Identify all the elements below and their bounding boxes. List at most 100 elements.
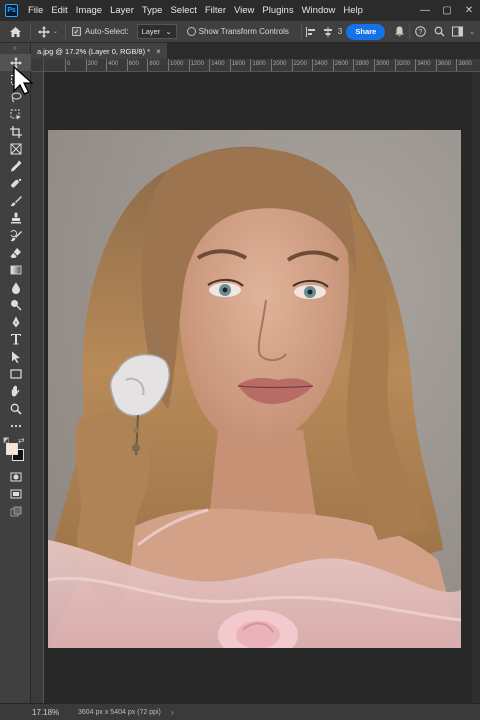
menu-edit[interactable]: Edit bbox=[47, 5, 71, 16]
menu-select[interactable]: Select bbox=[166, 5, 200, 16]
rectangle-tool-icon[interactable] bbox=[0, 365, 31, 382]
document-tab[interactable]: a.jpg @ 17.2% (Layer 0, RGB/8) * × bbox=[31, 43, 167, 59]
menu-filter[interactable]: Filter bbox=[201, 5, 230, 16]
pen-tool-icon[interactable] bbox=[0, 313, 31, 330]
eraser-tool-icon[interactable] bbox=[0, 244, 31, 261]
frame-tool-icon[interactable] bbox=[0, 140, 31, 157]
document-tab-title: a.jpg @ 17.2% (Layer 0, RGB/8) * bbox=[37, 46, 151, 56]
transform-controls-label: Show Transform Controls bbox=[198, 27, 289, 36]
svg-text:?: ? bbox=[418, 29, 422, 36]
menu-file[interactable]: File bbox=[24, 5, 47, 16]
more-tools-icon[interactable] bbox=[0, 417, 31, 434]
horizontal-ruler[interactable]: 0 200 400 600 800 1000 1200 1400 1600 1800 2000 220… bbox=[31, 59, 480, 72]
photoshop-window: Ps File Edit Image Layer Type Select Fil… bbox=[0, 0, 480, 720]
ruler-tick-label: 200 bbox=[85, 59, 98, 71]
portrait-photo bbox=[48, 130, 461, 648]
menu-view[interactable]: View bbox=[230, 5, 258, 16]
brush-tool-icon[interactable] bbox=[0, 192, 31, 209]
restore-button[interactable]: ▢ bbox=[436, 0, 458, 20]
share-button[interactable]: Share bbox=[346, 23, 386, 40]
hand-tool-icon[interactable] bbox=[0, 383, 31, 400]
blur-tool-icon[interactable] bbox=[0, 279, 31, 296]
menu-help[interactable]: Help bbox=[339, 5, 367, 16]
transform-controls-checkbox[interactable] bbox=[186, 27, 196, 36]
mouse-cursor-icon bbox=[13, 66, 34, 95]
ruler-tick-label: 1000 bbox=[167, 59, 184, 71]
spot-healing-tool-icon[interactable] bbox=[0, 175, 31, 192]
foreground-color-swatch[interactable] bbox=[6, 442, 18, 455]
document-tab-bar: a.jpg @ 17.2% (Layer 0, RGB/8) * × bbox=[31, 43, 480, 59]
crop-tool-icon[interactable] bbox=[0, 123, 31, 140]
help-icon[interactable]: ? bbox=[410, 26, 430, 37]
ruler-tick-label: 2800 bbox=[353, 59, 369, 71]
auto-select-value: Layer bbox=[141, 27, 161, 36]
ruler-tick-label: 3200 bbox=[394, 59, 410, 71]
ruler-tick-label: 2000 bbox=[270, 59, 287, 71]
auto-select-checkbox[interactable]: ✓ bbox=[72, 27, 81, 36]
distribute-count: 3 bbox=[337, 27, 343, 36]
ruler-tick-label: 400 bbox=[106, 59, 119, 71]
ruler-tick-label: 3800 bbox=[456, 59, 472, 71]
tools-panel: » ◩ ⇄ bbox=[0, 43, 31, 720]
chevron-down-icon[interactable]: ⌄ bbox=[466, 28, 478, 36]
ruler-tick-label: 2600 bbox=[332, 59, 349, 71]
photoshop-logo: Ps bbox=[5, 3, 18, 17]
home-icon[interactable] bbox=[0, 26, 30, 38]
menu-window[interactable]: Window bbox=[298, 5, 340, 16]
zoom-tool-icon[interactable] bbox=[0, 400, 31, 417]
color-swatches: ◩ ⇄ bbox=[0, 435, 31, 469]
ruler-tick-label: 800 bbox=[147, 59, 160, 71]
ruler-tick-label: 600 bbox=[126, 59, 139, 71]
menu-type[interactable]: Type bbox=[138, 5, 167, 16]
auto-select-label: Auto-Select: bbox=[85, 27, 129, 36]
type-tool-icon[interactable] bbox=[0, 331, 31, 348]
quick-mask-icon[interactable] bbox=[0, 469, 31, 486]
eyedropper-tool-icon[interactable] bbox=[0, 158, 31, 175]
swap-colors-icon[interactable]: ⇄ bbox=[18, 436, 25, 445]
vertical-scrollbar[interactable] bbox=[472, 72, 480, 703]
ruler-tick-label: 3600 bbox=[435, 59, 452, 71]
document-dimensions: 3604 px x 5404 px (72 ppi) bbox=[78, 708, 161, 716]
divider bbox=[65, 24, 66, 39]
close-icon[interactable]: × bbox=[156, 47, 161, 56]
clone-stamp-tool-icon[interactable] bbox=[0, 210, 31, 227]
ruler-tick-label: 1600 bbox=[229, 59, 246, 71]
object-selection-tool-icon[interactable] bbox=[0, 106, 31, 123]
window-controls: — ▢ ✕ bbox=[414, 0, 480, 20]
transform-controls-option[interactable]: Show Transform Controls bbox=[186, 27, 289, 36]
collapse-icon[interactable]: » bbox=[0, 43, 30, 54]
ruler-tick-label: 0 bbox=[64, 59, 71, 71]
chevron-right-icon[interactable]: › bbox=[171, 708, 174, 717]
workspace-icon[interactable] bbox=[448, 26, 466, 37]
ruler-tick-label: 3400 bbox=[415, 59, 431, 71]
bell-icon[interactable] bbox=[389, 26, 409, 37]
minimize-button[interactable]: — bbox=[414, 0, 436, 20]
ruler-tick-label: 1400 bbox=[209, 59, 225, 71]
history-brush-tool-icon[interactable] bbox=[0, 227, 31, 244]
path-selection-tool-icon[interactable] bbox=[0, 348, 31, 365]
auto-select-dropdown[interactable]: Layer ⌄ bbox=[136, 24, 177, 39]
menu-bar: Ps File Edit Image Layer Type Select Fil… bbox=[0, 0, 480, 20]
chevron-down-icon: ⌄ bbox=[165, 27, 172, 36]
gradient-tool-icon[interactable] bbox=[0, 262, 31, 279]
screen-mode-icon[interactable] bbox=[0, 486, 31, 503]
status-bar: 17.18% 3604 px x 5404 px (72 ppi) › bbox=[0, 703, 480, 720]
vertical-ruler[interactable] bbox=[31, 72, 44, 703]
menu-plugins[interactable]: Plugins bbox=[258, 5, 297, 16]
align-left-icon[interactable] bbox=[302, 26, 320, 37]
close-window-button[interactable]: ✕ bbox=[458, 0, 480, 20]
menu-layer[interactable]: Layer bbox=[106, 5, 138, 16]
move-tool-preset-icon[interactable]: ⌄ bbox=[31, 25, 65, 38]
options-bar: ⌄ ✓ Auto-Select: Layer ⌄ Show Transform … bbox=[0, 20, 480, 43]
dodge-tool-icon[interactable] bbox=[0, 296, 31, 313]
search-icon[interactable] bbox=[430, 26, 448, 37]
menu-image[interactable]: Image bbox=[72, 5, 106, 16]
zoom-level[interactable]: 17.18% bbox=[0, 708, 78, 717]
align-center-icon[interactable] bbox=[320, 26, 336, 37]
ruler-tick-label: 1800 bbox=[250, 59, 266, 71]
document-image[interactable] bbox=[48, 130, 461, 648]
ruler-tick-label: 3000 bbox=[373, 59, 390, 71]
ruler-tick-label: 1200 bbox=[188, 59, 204, 71]
auto-select-option[interactable]: ✓ Auto-Select: bbox=[72, 27, 129, 36]
artboard-icon[interactable] bbox=[0, 503, 31, 520]
